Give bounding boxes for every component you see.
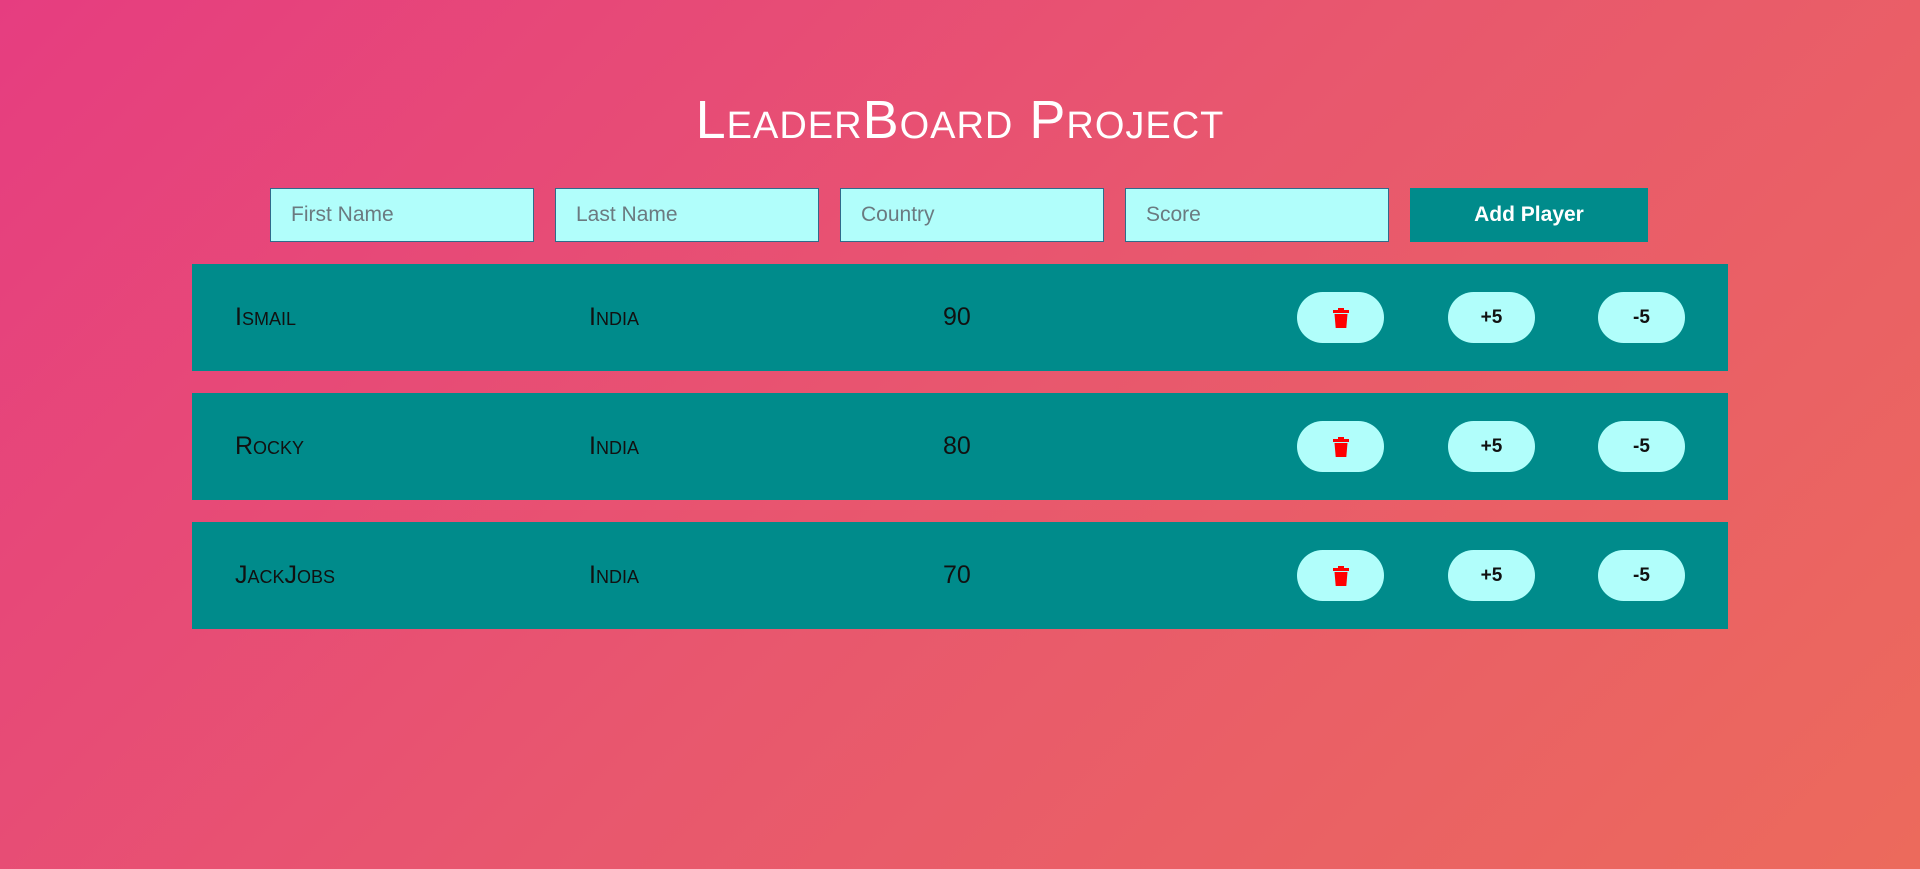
subtract-five-button[interactable]: -5 xyxy=(1598,292,1685,343)
delete-player-button[interactable] xyxy=(1297,550,1384,601)
player-name: Rocky xyxy=(235,432,305,460)
add-five-button[interactable]: +5 xyxy=(1448,421,1535,472)
player-score: 90 xyxy=(943,303,971,331)
player-country: India xyxy=(589,303,639,331)
subtract-five-button[interactable]: -5 xyxy=(1598,550,1685,601)
delete-player-button[interactable] xyxy=(1297,292,1384,343)
trash-icon xyxy=(1332,307,1349,328)
delete-player-button[interactable] xyxy=(1297,421,1384,472)
leaderboard: Ismail India 90 +5 -5 Rocky India 80 +5 … xyxy=(192,264,1728,651)
score-input[interactable] xyxy=(1125,188,1389,242)
player-country: India xyxy=(589,561,639,589)
player-row: Ismail India 90 +5 -5 xyxy=(192,264,1728,371)
subtract-five-button[interactable]: -5 xyxy=(1598,421,1685,472)
add-five-button[interactable]: +5 xyxy=(1448,550,1535,601)
player-row: Rocky India 80 +5 -5 xyxy=(192,393,1728,500)
trash-icon xyxy=(1332,565,1349,586)
player-score: 80 xyxy=(943,432,971,460)
last-name-input[interactable] xyxy=(555,188,819,242)
page-title: LeaderBoard Project xyxy=(695,90,1225,150)
add-player-button[interactable]: Add Player xyxy=(1410,188,1648,242)
player-row: JackJobs India 70 +5 -5 xyxy=(192,522,1728,629)
add-five-button[interactable]: +5 xyxy=(1448,292,1535,343)
add-player-form: Add Player xyxy=(270,188,1648,242)
player-score: 70 xyxy=(943,561,971,589)
player-country: India xyxy=(589,432,639,460)
player-name: JackJobs xyxy=(235,561,336,589)
country-input[interactable] xyxy=(840,188,1104,242)
trash-icon xyxy=(1332,436,1349,457)
first-name-input[interactable] xyxy=(270,188,534,242)
player-name: Ismail xyxy=(235,303,296,331)
